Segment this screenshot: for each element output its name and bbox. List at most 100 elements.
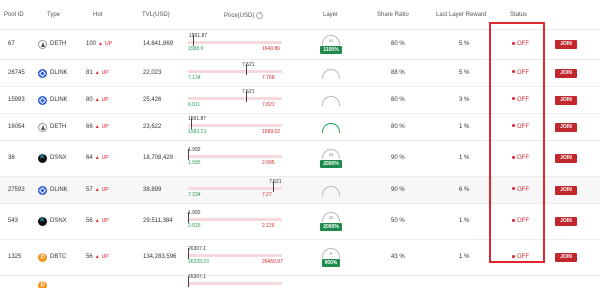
tvl-value: 38,899 (143, 186, 162, 193)
hot-value: 56 (86, 254, 93, 260)
pool-type: DSNX (50, 218, 67, 224)
hot-score: 66 ▲ UP (86, 124, 109, 130)
pool-id: 16054 (8, 123, 25, 130)
last-layer-reward: 1 % (459, 254, 470, 260)
flame-icon: ▲ (94, 69, 100, 76)
table-row[interactable]: 543 DSNX 56▲UP 29,511,384 1.992 2.025 2.126 202… (0, 204, 600, 240)
chainlink-icon (38, 68, 47, 78)
price-marker (188, 276, 189, 287)
pool-id: 26745 (8, 69, 25, 76)
price-bar (188, 276, 282, 287)
join-button[interactable]: JOIN (555, 95, 577, 105)
table-row[interactable]: 26307.1 (0, 274, 600, 288)
status-dot-icon (512, 254, 515, 258)
status-badge: OFF (512, 155, 529, 161)
synthetix-icon (38, 216, 47, 226)
table-row[interactable]: 15993 DLINK 80 ▲ UP 25,426 7.521 6.811 7.821 80 %… (0, 87, 600, 114)
pool-type: DBTC (50, 254, 67, 260)
header-last-layer-reward[interactable]: Last Layer Reward (436, 12, 486, 18)
layer-percent-badge: 900% (321, 259, 341, 267)
price-current: 1.992 (188, 210, 201, 216)
status-label: OFF (517, 254, 529, 260)
gauge-icon (322, 122, 340, 133)
table-row[interactable]: 67 DETH 100 ▲ UP 14,641,869 1591.87 1588.9 1640.… (0, 30, 600, 60)
header-price[interactable]: Price(USD)? (224, 12, 264, 19)
tvl-value: 22,023 (143, 69, 162, 76)
price-current: 7.521 (269, 178, 282, 185)
join-button[interactable]: JOIN (555, 185, 577, 195)
info-icon[interactable]: ? (256, 12, 264, 19)
price-range: 1591.87 1583.13 1699.02 (188, 116, 288, 140)
hot-value: 81 (86, 69, 93, 76)
up-badge: UP (101, 96, 109, 103)
price-bar (188, 212, 282, 223)
share-ratio: 80 % (391, 96, 405, 103)
join-button[interactable]: JOIN (555, 217, 577, 226)
hot-score: 81 ▲ UP (86, 70, 109, 76)
table-row[interactable]: 1325DBTC56▲UP134,283,59626307.126328.232… (0, 240, 600, 276)
status-dot-icon (512, 97, 515, 101)
table-row[interactable]: 27593 DLINK 57 ▲ UP 38,899 7.521 7.234 7.27 90 % 6… (0, 177, 600, 204)
price-bar (188, 149, 282, 160)
header-type[interactable]: Type (47, 12, 60, 18)
hot-score: 100 ▲ UP (86, 41, 112, 47)
price-min: 1.995 (188, 160, 201, 166)
table-header: Pool ID Type Hot TVL(USD) Price(USD)? La… (0, 0, 600, 30)
status-dot-icon (512, 70, 515, 74)
chainlink-icon (38, 185, 47, 195)
hot-score: 64 ▲ UP (86, 155, 109, 161)
price-max: 7.768 (262, 74, 275, 81)
join-button[interactable]: JOIN (555, 40, 577, 49)
status-dot-icon (512, 124, 515, 128)
status-label: OFF (517, 96, 529, 103)
table-row[interactable]: 16054 DETH 66 ▲ UP 23,622 1591.87 1583.13 1699.0… (0, 114, 600, 141)
pool-id: 15993 (8, 96, 25, 103)
hot-value: 64 (86, 155, 93, 161)
header-layer[interactable]: Layer (323, 12, 338, 18)
price-min: 7.134 (188, 74, 201, 81)
bitcoin-icon (38, 253, 47, 262)
price-max: 7.821 (262, 101, 275, 108)
tvl-value: 25,426 (143, 96, 162, 103)
last-layer-reward: 5 % (459, 69, 470, 76)
last-layer-reward: 1 % (459, 155, 470, 161)
price-range: 1.992 2.025 2.126 (188, 210, 288, 234)
status-dot-icon (512, 41, 515, 45)
header-hot[interactable]: Hot (93, 12, 102, 18)
flame-icon: ▲ (94, 254, 100, 260)
hot-score: 57 ▲ UP (86, 187, 109, 193)
status-dot-icon (512, 218, 515, 222)
layer-percent-badge: 2000% (320, 160, 342, 168)
gauge-icon (322, 95, 340, 106)
price-marker (191, 117, 192, 129)
join-button[interactable]: JOIN (555, 253, 577, 262)
up-badge: UP (101, 155, 109, 161)
hot-value: 57 (86, 186, 93, 193)
gauge-icon: 20 (322, 149, 340, 159)
table-row[interactable]: 26745 DLINK 81 ▲ UP 22,023 7.521 7.134 7.768 88 %… (0, 60, 600, 87)
pool-id: 27593 (8, 186, 25, 193)
status-badge: OFF (512, 254, 529, 260)
share-ratio: 80 % (391, 41, 405, 47)
header-tvl[interactable]: TVL(USD) (142, 12, 170, 18)
flame-icon: ▲ (94, 96, 100, 103)
join-button[interactable]: JOIN (555, 122, 577, 132)
layer-gauge: 11 1100% (320, 35, 342, 54)
price-range: 7.521 7.234 7.27 (188, 179, 288, 203)
status-label: OFF (517, 155, 529, 161)
tvl-value: 23,622 (143, 123, 162, 130)
header-share-ratio[interactable]: Share Ratio (377, 12, 409, 18)
layer-gauge (320, 68, 342, 79)
join-button[interactable]: JOIN (555, 68, 577, 78)
tvl-value: 18,708,429 (143, 155, 174, 161)
share-ratio: 90 % (391, 186, 405, 193)
ethereum-icon (38, 122, 47, 132)
last-layer-reward: 1 % (459, 218, 470, 224)
price-range: 7.521 7.134 7.768 (188, 62, 288, 86)
bitcoin-icon (38, 281, 47, 288)
price-marker (246, 90, 247, 102)
header-pool-id[interactable]: Pool ID (4, 12, 24, 18)
layer-gauge (320, 122, 342, 133)
table-row[interactable]: 36 DSNX 64▲UP 18,708,429 1.992 1.995 2.095 2020… (0, 141, 600, 177)
join-button[interactable]: JOIN (555, 154, 577, 163)
